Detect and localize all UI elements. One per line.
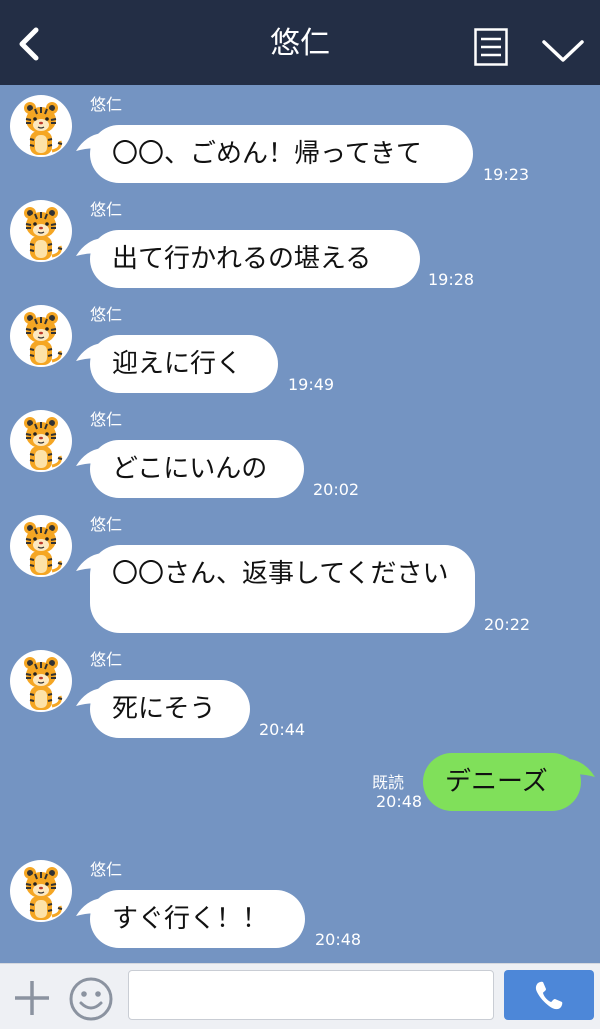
read-receipt: 既読 <box>372 773 405 792</box>
message-text: 死にそう <box>112 694 216 724</box>
message-time: 20:48 <box>376 792 423 811</box>
bubble-tail <box>569 759 595 777</box>
chat-title: 悠仁 <box>270 26 330 61</box>
message-text: すぐ行く！！ <box>112 904 269 934</box>
message-text: 〇〇さん、返事してください <box>112 559 449 589</box>
tiger-avatar-icon <box>22 655 64 712</box>
message-input[interactable] <box>128 970 494 1020</box>
tiger-avatar-icon <box>22 865 64 922</box>
input-bar <box>0 963 600 1029</box>
message-text: 迎えに行く <box>112 349 243 379</box>
message-bubble[interactable]: 迎えに行く <box>76 335 278 393</box>
message-text: 〇〇、ごめん！帰ってきて <box>112 139 422 169</box>
sender-name: 悠仁 <box>90 200 123 219</box>
tiger-avatar-icon <box>22 415 64 472</box>
tiger-avatar-icon <box>22 520 64 577</box>
bubble-tail <box>76 688 102 706</box>
message-time: 20:44 <box>259 720 306 739</box>
notes-icon[interactable] <box>474 28 508 66</box>
avatar[interactable] <box>10 515 72 577</box>
avatar[interactable] <box>10 860 72 922</box>
sender-name: 悠仁 <box>90 410 123 429</box>
bubble-tail <box>76 238 102 256</box>
avatar[interactable] <box>10 650 72 712</box>
chat-header: 悠仁 <box>0 0 600 85</box>
message-bubble[interactable]: 〇〇さん、返事してください <box>76 545 475 633</box>
avatar[interactable] <box>10 305 72 367</box>
sender-name: 悠仁 <box>90 650 123 669</box>
message-time: 19:49 <box>288 375 335 394</box>
bubble-tail <box>76 553 102 571</box>
message-bubble[interactable]: 出て行かれるの堪える <box>76 230 420 288</box>
smiley-icon[interactable] <box>68 976 114 1022</box>
message-bubble[interactable]: デニーズ <box>423 753 595 811</box>
message-bubble[interactable]: 死にそう <box>76 680 250 738</box>
message-bubble[interactable]: すぐ行く！！ <box>76 890 305 948</box>
message-bubble[interactable]: どこにいんの <box>76 440 304 498</box>
message-text: 出て行かれるの堪える <box>112 244 372 274</box>
sender-name: 悠仁 <box>90 305 123 324</box>
message-text: どこにいんの <box>112 454 268 484</box>
bubble-tail <box>76 343 102 361</box>
plus-icon[interactable] <box>12 978 52 1018</box>
message-time: 20:02 <box>313 480 360 499</box>
message-time: 19:23 <box>483 165 530 184</box>
bubble-tail <box>76 133 102 151</box>
chevron-down-icon[interactable] <box>540 30 586 70</box>
message-list[interactable]: 悠仁 〇〇、ごめん！帰ってきて 19:23 悠仁 出て行かれるの堪える 19:2… <box>0 85 600 963</box>
tiger-avatar-icon <box>22 205 64 262</box>
bubble-tail <box>76 448 102 466</box>
message-meta: 既読 20:48 <box>372 773 422 811</box>
message-text: デニーズ <box>445 767 548 797</box>
avatar[interactable] <box>10 410 72 472</box>
sender-name: 悠仁 <box>90 515 123 534</box>
bubble-tail <box>76 898 102 916</box>
sender-name: 悠仁 <box>90 95 123 114</box>
avatar[interactable] <box>10 95 72 157</box>
tiger-avatar-icon <box>22 310 64 367</box>
message-time: 19:28 <box>428 270 475 289</box>
call-button[interactable] <box>504 970 594 1020</box>
message-time: 20:22 <box>484 615 531 634</box>
avatar[interactable] <box>10 200 72 262</box>
message-bubble[interactable]: 〇〇、ごめん！帰ってきて <box>76 125 473 183</box>
sender-name: 悠仁 <box>90 860 123 879</box>
phone-icon <box>535 981 563 1010</box>
tiger-avatar-icon <box>22 100 64 157</box>
message-time: 20:48 <box>315 930 362 949</box>
